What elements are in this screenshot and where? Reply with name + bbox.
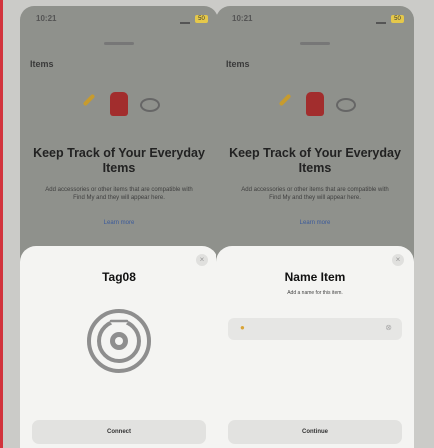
backpack-icon [110,92,128,116]
status-bar: 10:21 50 [216,14,414,28]
sheet-title: Name Item [284,270,346,284]
page-title: Items [30,59,54,69]
bottom-sheet: × Tag08 Connect [20,246,218,448]
signal-icon [180,16,190,24]
key-icon [82,93,96,107]
close-icon[interactable]: × [196,254,208,266]
phone-screen-connect: 10:21 50 Items Keep Track of Your Everyd… [20,6,218,448]
battery-icon: 50 [391,15,404,23]
left-edge-divider [0,0,3,448]
airtag-radar-icon [87,309,151,373]
backpack-icon [306,92,324,116]
continue-button[interactable]: Continue [228,420,402,444]
sheet-grabber[interactable] [300,42,330,45]
headline: Keep Track of Your Everyday Items [229,146,401,175]
status-bar: 10:21 50 [20,14,218,28]
signal-icon [376,16,386,24]
description: Add accessories or other items that are … [45,187,193,201]
hero-illustration [20,86,218,130]
bottom-sheet: × Name Item Add a name for this item. ● … [216,246,414,448]
description: Add accessories or other items that are … [241,187,389,201]
learn-more-link[interactable]: Learn more [216,220,414,226]
item-name-field[interactable]: ● ⊗ [228,318,402,340]
close-icon[interactable]: × [392,254,404,266]
hero-illustration [216,86,414,130]
key-icon [278,93,292,107]
connect-button[interactable]: Connect [32,420,206,444]
headline: Keep Track of Your Everyday Items [33,146,205,175]
bicycle-icon [140,98,160,112]
sheet-grabber[interactable] [104,42,134,45]
emoji-picker-icon[interactable]: ● [240,323,245,332]
battery-icon: 50 [195,15,208,23]
page-title: Items [226,59,250,69]
sheet-subtitle: Add a name for this item. [287,290,343,296]
status-time: 10:21 [36,14,57,23]
phone-screen-name-item: 10:21 50 Items Keep Track of Your Everyd… [216,6,414,448]
bicycle-icon [336,98,356,112]
sheet-title: Tag08 [102,270,136,284]
status-time: 10:21 [232,14,253,23]
learn-more-link[interactable]: Learn more [20,220,218,226]
clear-field-icon[interactable]: ⊗ [385,323,392,332]
